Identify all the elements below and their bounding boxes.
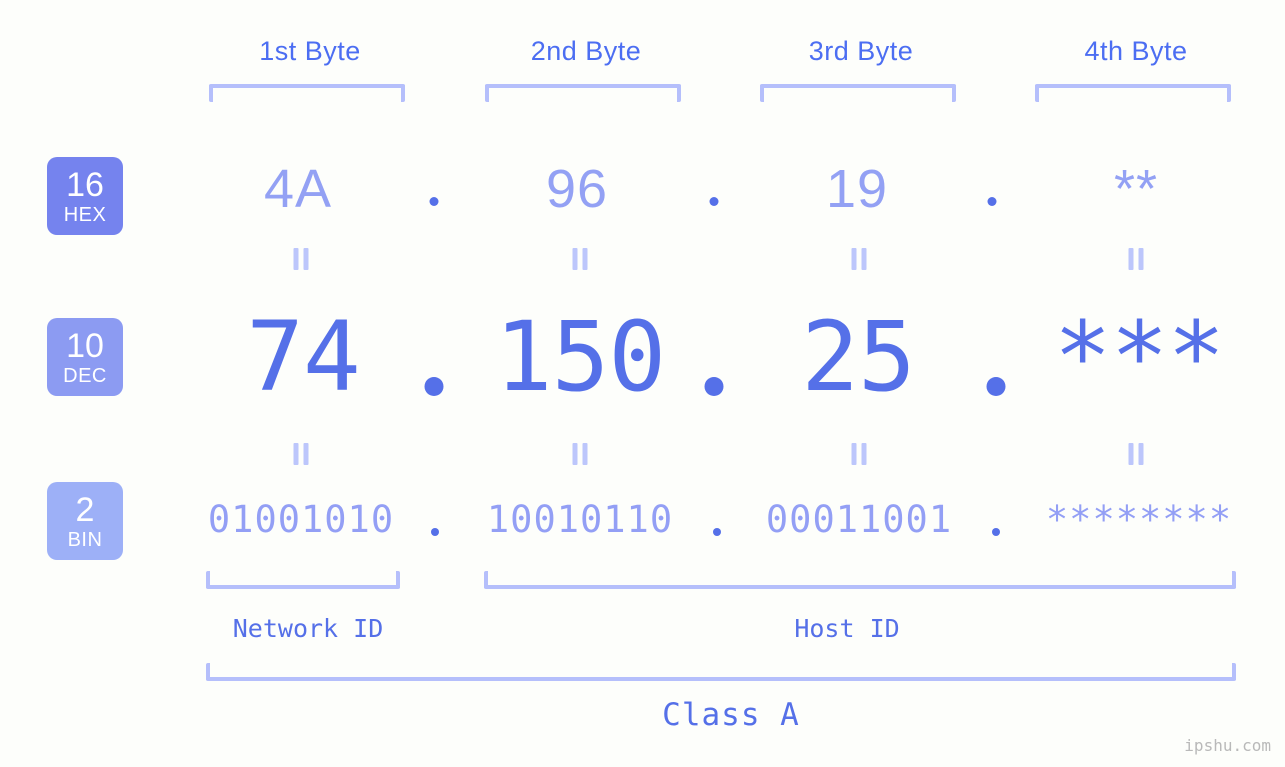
equals-connector-4-dec-bin: [1128, 443, 1144, 465]
bin-separator-dot-3: [992, 528, 1000, 536]
equals-bar: [293, 443, 299, 465]
dec-octet-1: 74: [246, 301, 361, 413]
hex-octet-1: 4A: [263, 159, 333, 219]
byte-bracket-1: [209, 84, 405, 102]
byte-bracket-4: [1035, 84, 1231, 102]
base-badge-bin-name: BIN: [67, 528, 103, 551]
base-badge-dec: 10 DEC: [47, 318, 123, 396]
hex-octet-2: 96: [545, 159, 609, 219]
equals-connector-2-dec-bin: [572, 443, 588, 465]
equals-bar: [861, 248, 867, 270]
equals-connector-2-hex-dec: [572, 248, 588, 270]
hex-separator-dot-3: [987, 197, 997, 206]
dec-octet-4: ***: [1053, 301, 1225, 413]
hex-separator-dot-2: [709, 197, 719, 206]
byte-header-2: 2nd Byte: [530, 36, 642, 66]
byte-header-4: 4th Byte: [1084, 36, 1188, 66]
ip-address-breakdown-diagram: 1st Byte 2nd Byte 3rd Byte 4th Byte 16 H…: [0, 0, 1285, 767]
equals-connector-1-dec-bin: [293, 443, 309, 465]
equals-connector-4-hex-dec: [1128, 248, 1144, 270]
bin-octet-4: ********: [1045, 498, 1233, 541]
base-badge-hex: 16 HEX: [47, 157, 123, 235]
hex-octet-3: 19: [825, 159, 889, 219]
class-label: Class A: [662, 697, 800, 733]
bin-separator-dot-1: [431, 528, 439, 536]
equals-bar: [572, 443, 578, 465]
bin-separator-dot-2: [713, 528, 721, 536]
class-bracket: [206, 663, 1236, 681]
byte-bracket-2: [485, 84, 681, 102]
equals-connector-1-hex-dec: [293, 248, 309, 270]
host-id-label: Host ID: [794, 614, 900, 643]
equals-bar: [582, 443, 588, 465]
equals-connector-3-hex-dec: [851, 248, 867, 270]
base-badge-hex-name: HEX: [63, 203, 107, 226]
hex-octet-4: **: [1113, 159, 1159, 219]
dec-octet-3: 25: [801, 301, 916, 413]
equals-bar: [861, 443, 867, 465]
equals-bar: [582, 248, 588, 270]
hex-separator-dot-1: [429, 197, 439, 206]
dec-separator-dot-2: [704, 377, 724, 396]
network-id-label: Network ID: [232, 614, 384, 643]
base-badge-bin-number: 2: [75, 490, 95, 529]
byte-header-3: 3rd Byte: [808, 36, 914, 66]
bin-octet-2: 10010110: [486, 498, 674, 541]
equals-bar: [1128, 248, 1134, 270]
base-badge-dec-number: 10: [66, 326, 104, 365]
base-badge-hex-number: 16: [66, 165, 104, 204]
byte-bracket-3: [760, 84, 956, 102]
equals-bar: [1128, 443, 1134, 465]
byte-header-1: 1st Byte: [259, 36, 361, 66]
base-badge-bin: 2 BIN: [47, 482, 123, 560]
dec-octet-2: 150: [494, 301, 666, 413]
host-id-bracket: [484, 571, 1236, 589]
equals-bar: [851, 443, 857, 465]
equals-bar: [1138, 248, 1144, 270]
equals-bar: [303, 248, 309, 270]
dec-separator-dot-3: [986, 377, 1006, 396]
bin-octet-1: 01001010: [207, 498, 395, 541]
equals-bar: [303, 443, 309, 465]
base-badge-dec-name: DEC: [63, 364, 107, 387]
equals-bar: [851, 248, 857, 270]
equals-bar: [293, 248, 299, 270]
watermark: ipshu.com: [1184, 736, 1271, 755]
equals-bar: [572, 248, 578, 270]
equals-bar: [1138, 443, 1144, 465]
network-id-bracket: [206, 571, 400, 589]
bin-octet-3: 00011001: [765, 498, 953, 541]
equals-connector-3-dec-bin: [851, 443, 867, 465]
dec-separator-dot-1: [424, 377, 444, 396]
